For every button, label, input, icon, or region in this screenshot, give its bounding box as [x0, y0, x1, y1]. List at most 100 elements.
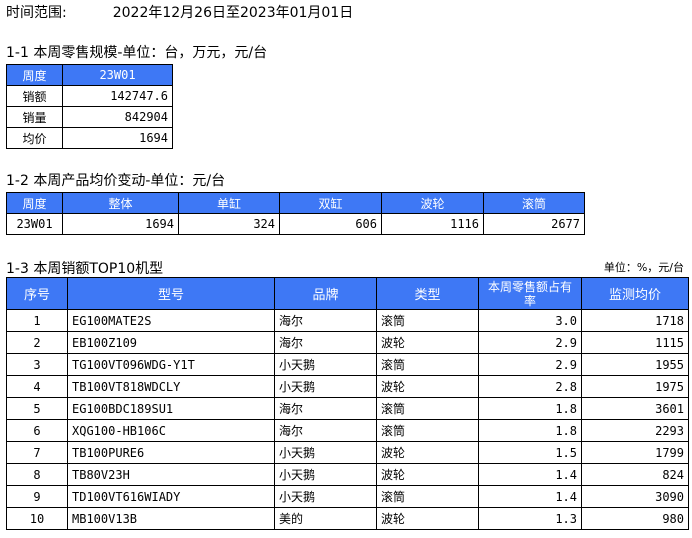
header-cell: 周度: [6, 64, 63, 86]
header-cell: 周度: [6, 192, 63, 214]
type-cell: 波轮: [376, 441, 479, 464]
table-row: 23W01 1694 324 606 1116 2677: [6, 213, 585, 235]
brand-cell: 小天鹅: [274, 375, 377, 398]
price-cell: 3090: [581, 485, 689, 508]
table-row: 5 EG100BDC189SU1 海尔 滚筒 1.8 3601: [6, 397, 689, 420]
section1-title: 1-1 本周零售规模-单位：台，万元，元/台: [6, 45, 268, 61]
header-cell: 序号: [6, 277, 68, 310]
model-cell: TB100PURE6: [67, 441, 275, 464]
model-cell: XQG100-HB106C: [67, 419, 275, 442]
share-cell: 1.5: [478, 441, 582, 464]
top10-models-table: 序号 型号 品牌 类型 本周零售额占有率 监测均价 1 EG100MATE2S 海尔…: [6, 277, 689, 530]
model-cell: TB80V23H: [67, 463, 275, 486]
table-row: 销量 842904: [6, 106, 173, 128]
share-cell: 1.4: [478, 463, 582, 486]
price-change-table: 周度 整体 单缸 双缸 波轮 滚筒 23W01 1694 324 606 111…: [6, 192, 585, 235]
table-row: 1 EG100MATE2S 海尔 滚筒 3.0 1718: [6, 309, 689, 332]
table-row: 3 TG100VT096WDG-Y1T 小天鹅 滚筒 2.9 1955: [6, 353, 689, 376]
section2-title: 1-2 本周产品均价变动-单位：元/台: [6, 173, 226, 189]
price-cell: 1115: [581, 331, 689, 354]
row-label: 均价: [6, 127, 63, 149]
model-cell: EG100BDC189SU1: [67, 397, 275, 420]
table-row: 6 XQG100-HB106C 海尔 滚筒 1.8 2293: [6, 419, 689, 442]
retail-scale-table: 周度 23W01 销额 142747.6 销量 842904 均价 1694: [6, 64, 173, 149]
date-range-value: 2022年12月26日至2023年01月01日: [112, 5, 354, 21]
type-cell: 滚筒: [376, 309, 479, 332]
section3-title: 1-3 本周销额TOP10机型: [6, 261, 164, 277]
header-cell: 整体: [62, 192, 179, 214]
rank-cell: 7: [6, 441, 68, 464]
table-cell: 606: [279, 213, 382, 235]
header-cell: 单缸: [178, 192, 280, 214]
share-cell: 2.8: [478, 375, 582, 398]
rank-cell: 6: [6, 419, 68, 442]
share-cell: 1.4: [478, 485, 582, 508]
row-label: 销额: [6, 85, 63, 107]
model-cell: EG100MATE2S: [67, 309, 275, 332]
share-cell: 2.9: [478, 353, 582, 376]
type-cell: 波轮: [376, 375, 479, 398]
header-cell: 23W01: [62, 64, 173, 86]
top10-table-body: 1 EG100MATE2S 海尔 滚筒 3.0 1718 2 EB100Z109 海尔 波轮 2.9…: [6, 309, 689, 530]
brand-cell: 小天鹅: [274, 485, 377, 508]
share-cell: 1.3: [478, 507, 582, 530]
type-cell: 滚筒: [376, 353, 479, 376]
type-cell: 波轮: [376, 507, 479, 530]
rank-cell: 2: [6, 331, 68, 354]
date-range-label: 时间范围:: [6, 5, 67, 21]
price-cell: 1718: [581, 309, 689, 332]
type-cell: 滚筒: [376, 419, 479, 442]
header-cell: 品牌: [274, 277, 377, 310]
table-row: 10 MB100V13B 美的 波轮 1.3 980: [6, 507, 689, 530]
type-cell: 波轮: [376, 331, 479, 354]
table-row: 9 TD100VT616WIADY 小天鹅 滚筒 1.4 3090: [6, 485, 689, 508]
type-cell: 滚筒: [376, 485, 479, 508]
header-cell: 类型: [376, 277, 479, 310]
type-cell: 波轮: [376, 463, 479, 486]
price-cell: 2293: [581, 419, 689, 442]
model-cell: TG100VT096WDG-Y1T: [67, 353, 275, 376]
table-header-row: 序号 型号 品牌 类型 本周零售额占有率 监测均价: [6, 277, 689, 310]
brand-cell: 小天鹅: [274, 463, 377, 486]
brand-cell: 美的: [274, 507, 377, 530]
table-row: 7 TB100PURE6 小天鹅 波轮 1.5 1799: [6, 441, 689, 464]
header-cell: 滚筒: [483, 192, 585, 214]
price-cell: 1799: [581, 441, 689, 464]
share-cell: 1.8: [478, 397, 582, 420]
brand-cell: 小天鹅: [274, 441, 377, 464]
model-cell: TB100VT818WDCLY: [67, 375, 275, 398]
header-cell: 本周零售额占有率: [478, 277, 582, 310]
rank-cell: 1: [6, 309, 68, 332]
row-value: 1694: [62, 127, 173, 149]
model-cell: EB100Z109: [67, 331, 275, 354]
rank-cell: 9: [6, 485, 68, 508]
rank-cell: 3: [6, 353, 68, 376]
rank-cell: 10: [6, 507, 68, 530]
table-cell: 324: [178, 213, 280, 235]
model-cell: TD100VT616WIADY: [67, 485, 275, 508]
rank-cell: 4: [6, 375, 68, 398]
row-label: 销量: [6, 106, 63, 128]
brand-cell: 小天鹅: [274, 353, 377, 376]
share-cell: 1.8: [478, 419, 582, 442]
share-cell: 3.0: [478, 309, 582, 332]
type-cell: 滚筒: [376, 397, 479, 420]
price-cell: 824: [581, 463, 689, 486]
table-cell: 1116: [381, 213, 484, 235]
header-cell: 波轮: [381, 192, 484, 214]
price-cell: 1955: [581, 353, 689, 376]
row-value: 142747.6: [62, 85, 173, 107]
date-range: 时间范围: 2022年12月26日至2023年01月01日: [6, 2, 353, 22]
unit-note: 单位：%，元/台: [603, 261, 684, 274]
header-cell: 监测均价: [581, 277, 689, 310]
rank-cell: 5: [6, 397, 68, 420]
model-cell: MB100V13B: [67, 507, 275, 530]
table-cell: 2677: [483, 213, 585, 235]
header-cell: 双缸: [279, 192, 382, 214]
brand-cell: 海尔: [274, 419, 377, 442]
brand-cell: 海尔: [274, 309, 377, 332]
table-header-row: 周度 23W01: [6, 64, 173, 86]
header-cell: 型号: [67, 277, 275, 310]
table-row: 8 TB80V23H 小天鹅 波轮 1.4 824: [6, 463, 689, 486]
price-cell: 3601: [581, 397, 689, 420]
